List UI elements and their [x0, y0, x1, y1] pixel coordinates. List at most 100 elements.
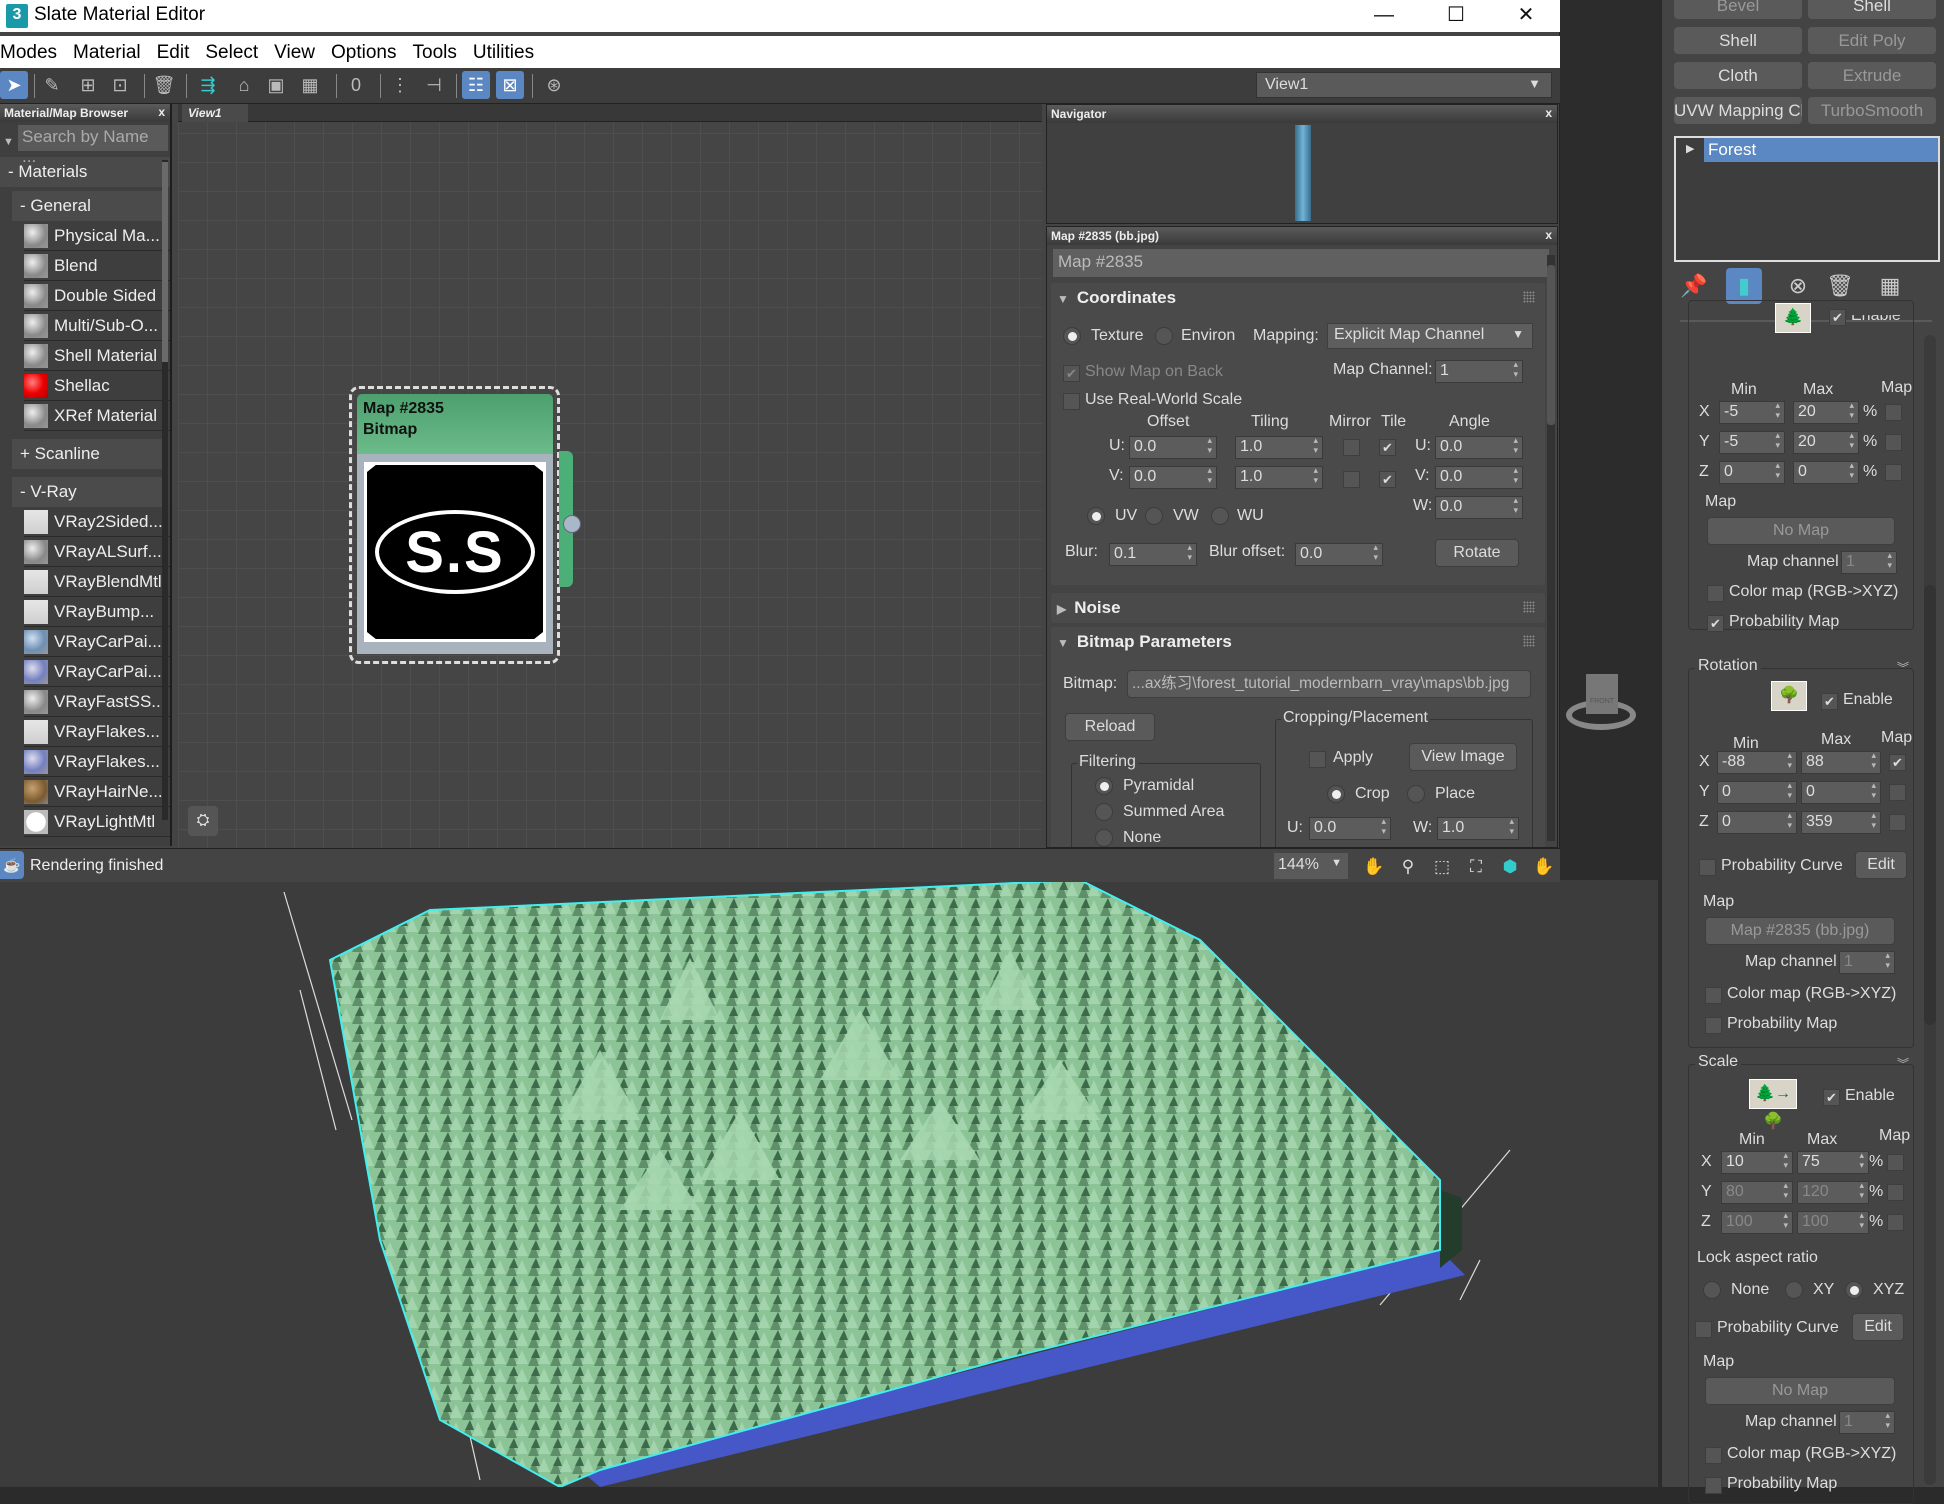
eyedropper-icon[interactable]: ✎ [38, 71, 66, 99]
menu-select[interactable]: Select [205, 36, 266, 68]
map-checkbox-z[interactable] [1887, 1214, 1904, 1231]
show-end-result-icon[interactable]: ▮ [1726, 268, 1762, 304]
rotation-map-channel-spinner[interactable]: 1 [1839, 950, 1895, 974]
blur-offset-spinner[interactable]: 0.0 [1295, 542, 1383, 566]
scale-edit-button[interactable]: Edit [1852, 1313, 1904, 1341]
configure-modifier-sets-icon[interactable]: ▦ [1872, 268, 1908, 304]
min-spinner-y[interactable]: 80 [1721, 1180, 1793, 1204]
menu-view[interactable]: View [274, 36, 323, 68]
translation-color-map-checkbox[interactable] [1707, 585, 1724, 602]
summed-area-radio[interactable] [1095, 803, 1113, 821]
scale-probability-curve-checkbox[interactable] [1695, 1321, 1712, 1338]
list-item-vray-material[interactable]: VRayHairNe... [24, 777, 170, 807]
noise-rollout-header[interactable]: ▶ Noise [1051, 593, 1545, 623]
zoom-extents-selected-icon[interactable]: ⬢ [1498, 855, 1522, 879]
modifier-button-turbosmooth[interactable]: TurboSmooth [1808, 97, 1936, 124]
select-by-material-icon[interactable]: ⊛ [540, 71, 568, 99]
lock-xy-radio[interactable] [1785, 1281, 1803, 1299]
offset-u-spinner[interactable]: 0.0 [1129, 435, 1217, 459]
menu-material[interactable]: Material [73, 36, 149, 68]
hide-unused-slots-icon[interactable]: ⌂ [230, 71, 258, 99]
show-params-icon[interactable]: ⊠ [496, 71, 524, 99]
crop-u-spinner[interactable]: 0.0 [1309, 816, 1391, 840]
menu-edit[interactable]: Edit [157, 36, 198, 68]
move-children-icon[interactable]: ⇶ [194, 71, 222, 99]
mirror-u-checkbox[interactable] [1343, 439, 1360, 456]
mapping-dropdown[interactable]: Explicit Map Channel ▼ [1327, 323, 1533, 349]
rotation-probability-curve-checkbox[interactable] [1699, 859, 1716, 876]
tile-v-checkbox[interactable]: ✔ [1379, 471, 1396, 488]
list-item-vray-material[interactable]: VRayALSurf... [24, 537, 170, 567]
map-checkbox-z[interactable] [1889, 814, 1906, 831]
view-selector-dropdown[interactable]: View1 ▼ [1256, 72, 1552, 98]
max-spinner-y[interactable]: 0 [1801, 780, 1881, 804]
assign-to-selection-icon[interactable]: ⊡ [106, 71, 134, 99]
zoom-magnifier-icon[interactable]: ⚲ [1396, 855, 1420, 879]
rollout-grip-icon[interactable] [1523, 635, 1535, 647]
rollout-grip-icon[interactable] [1523, 291, 1535, 303]
collapse-chevron-icon[interactable]: ︾ [1897, 659, 1909, 676]
layout-children-icon[interactable]: ⊣ [420, 71, 448, 99]
rollout-grip-icon[interactable] [1523, 601, 1535, 613]
translation-map-button[interactable]: No Map [1707, 517, 1895, 545]
map-channel-spinner[interactable]: 1 [1435, 359, 1523, 383]
checker-icon[interactable]: ▦ [296, 71, 324, 99]
binoculars-icon[interactable]: ⛭ [188, 806, 218, 836]
node-header[interactable]: Map #2835 Bitmap [357, 394, 553, 454]
min-spinner-x[interactable]: 10 [1721, 1150, 1793, 1174]
navigator-close-button[interactable]: x [1545, 106, 1552, 120]
angle-w-spinner[interactable]: 0.0 [1435, 495, 1523, 519]
command-panel-scroll-thumb[interactable] [1924, 585, 1936, 1025]
uv-radio[interactable] [1087, 507, 1105, 525]
real-world-scale-checkbox[interactable] [1063, 393, 1080, 410]
remove-modifier-icon[interactable]: 🗑 [1822, 268, 1858, 304]
menu-options[interactable]: Options [331, 36, 404, 68]
blur-spinner[interactable]: 0.1 [1109, 542, 1197, 566]
min-spinner-z[interactable]: 0 [1717, 810, 1797, 834]
maximize-button[interactable]: ☐ [1426, 0, 1486, 32]
environ-radio[interactable] [1155, 327, 1173, 345]
lock-none-radio[interactable] [1703, 1281, 1721, 1299]
bitmap-rollout-header[interactable]: ▼ Bitmap Parameters [1051, 627, 1545, 657]
rotation-color-map-checkbox[interactable] [1705, 987, 1722, 1004]
search-options-icon[interactable]: ▼ [3, 136, 14, 148]
expand-triangle-icon[interactable]: ▶ [1686, 142, 1694, 155]
min-spinner-x[interactable]: -88 [1717, 750, 1797, 774]
menu-tools[interactable]: Tools [413, 36, 465, 68]
list-item-general-material[interactable]: Double Sided [24, 281, 170, 311]
rotation-map-button[interactable]: Map #2835 (bb.jpg) [1705, 917, 1895, 945]
select-arrow-icon[interactable]: ➤ [0, 71, 28, 99]
min-spinner-x[interactable]: -5 [1719, 400, 1785, 424]
navigator-viewport-box[interactable] [1295, 125, 1311, 221]
min-spinner-y[interactable]: 0 [1717, 780, 1797, 804]
viewcube-box[interactable]: FRONT [1586, 674, 1618, 714]
modifier-button-uvw-mapping-clear[interactable]: UVW Mapping Clea [1674, 97, 1802, 124]
offset-v-spinner[interactable]: 0.0 [1129, 465, 1217, 489]
angle-v-spinner[interactable]: 0.0 [1435, 465, 1523, 489]
rotate-button[interactable]: Rotate [1435, 539, 1519, 567]
modifier-button-bevel[interactable]: Bevel [1674, 0, 1802, 19]
scale-probability-map-checkbox[interactable] [1705, 1477, 1722, 1494]
texture-radio[interactable] [1063, 327, 1081, 345]
max-spinner-z[interactable]: 359 [1801, 810, 1881, 834]
min-spinner-z[interactable]: 100 [1721, 1210, 1793, 1234]
list-item-general-material[interactable]: Shellac [24, 371, 170, 401]
modifier-button-cloth[interactable]: Cloth [1674, 62, 1802, 89]
map-checkbox-y[interactable] [1887, 1184, 1904, 1201]
material-id-icon[interactable]: 0 [342, 71, 370, 99]
list-item-general-material[interactable]: Shell Material [24, 341, 170, 371]
stack-item-forest[interactable]: Forest [1704, 138, 1938, 162]
scale-enable-checkbox[interactable]: ✔ [1823, 1089, 1840, 1106]
max-spinner-x[interactable]: 75 [1797, 1150, 1869, 1174]
mirror-v-checkbox[interactable] [1343, 471, 1360, 488]
viewcube[interactable]: FRONT [1566, 674, 1636, 734]
category-scanline[interactable]: + Scanline [12, 439, 166, 469]
list-item-general-material[interactable]: Multi/Sub-O... [24, 311, 170, 341]
show-map-on-back-checkbox[interactable]: ✔ [1063, 365, 1080, 382]
rotation-edit-button[interactable]: Edit [1855, 851, 1907, 879]
collapse-chevron-icon[interactable]: ︾ [1897, 1055, 1909, 1072]
browser-scroll-thumb[interactable] [162, 162, 168, 362]
zoom-level-dropdown[interactable]: 144% ▼ [1274, 853, 1348, 879]
node-view-canvas[interactable] [178, 104, 1042, 848]
map-name-field[interactable]: Map #2835 [1053, 249, 1549, 277]
